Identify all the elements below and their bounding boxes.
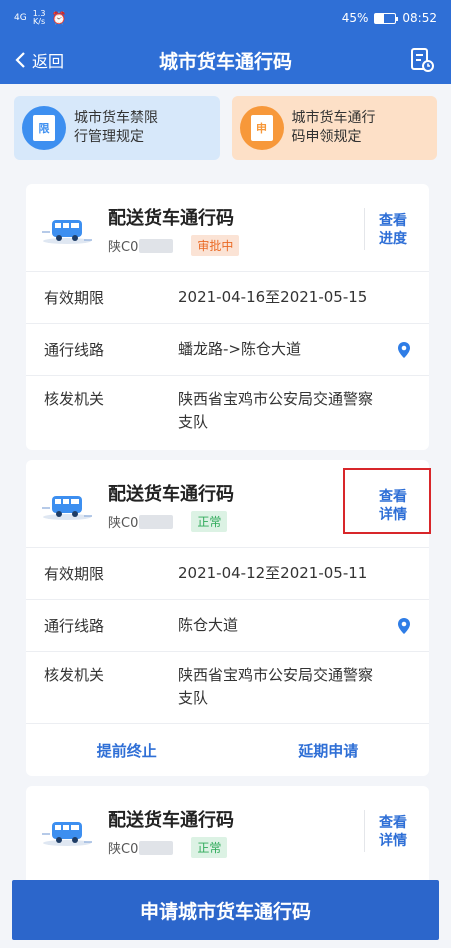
plate-redaction	[139, 840, 174, 855]
network-speed: 1.3 K/s	[32, 9, 46, 26]
notice-banners: 限 城市货车禁限 行管理规定 申 城市货车通行 码申领规定	[0, 96, 451, 160]
alarm-icon: ⏰	[51, 11, 67, 25]
back-button[interactable]: 返回	[0, 48, 64, 72]
view-progress-button[interactable]: 查看 进度	[368, 212, 418, 248]
issuer-label: 核发机关	[44, 390, 105, 408]
chevron-left-icon	[15, 52, 25, 68]
issuer-label: 核发机关	[44, 666, 105, 684]
validity-label: 有效期限	[44, 289, 105, 307]
route-label: 通行线路	[44, 341, 105, 359]
battery-icon	[374, 12, 399, 24]
highlight-box	[343, 468, 431, 534]
terminate-early-button[interactable]: 提前终止	[26, 740, 228, 761]
plate-redaction	[139, 238, 174, 253]
plate-number: 陕C0	[108, 240, 139, 255]
issuer-value: 陕西省宝鸡市公安局交通警察 支队	[178, 390, 374, 431]
status-bar: 4G 1.3 K/s ⏰ 45% 08:52	[0, 0, 451, 36]
extend-application-button[interactable]: 延期申请	[228, 740, 430, 761]
back-label: 返回	[32, 52, 65, 71]
status-badge: 正常	[191, 837, 228, 858]
page-title: 城市货车通行码	[158, 50, 292, 73]
status-badge: 审批中	[191, 235, 240, 256]
restriction-doc-icon: 限	[22, 106, 66, 150]
card-title: 配送货车通行码	[108, 208, 234, 229]
validity-value: 2021-04-12至2021-05-11	[178, 564, 368, 582]
application-rules-banner[interactable]: 申 城市货车通行 码申领规定	[231, 96, 437, 160]
validity-label: 有效期限	[44, 565, 105, 583]
truck-icon	[42, 496, 92, 520]
pass-card: 配送货车通行码 陕C0 正常 查看 详情	[26, 786, 429, 880]
route-label: 通行线路	[44, 617, 105, 635]
plate-number: 陕C0	[108, 516, 139, 531]
application-rules-text: 城市货车通行 码申领规定	[291, 110, 376, 145]
validity-value: 2021-04-16至2021-05-15	[178, 288, 368, 306]
apply-pass-button[interactable]: 申请城市货车通行码	[12, 880, 439, 940]
location-pin-icon[interactable]	[397, 617, 411, 635]
signal-indicator: 4G	[14, 12, 27, 23]
pass-card: 配送货车通行码 陕C0 审批中 查看 进度 有效期限 2021-04-16至202…	[26, 184, 429, 450]
issuer-value: 陕西省宝鸡市公安局交通警察 支队	[178, 666, 374, 707]
route-value: 陈仓大道	[178, 616, 239, 634]
clock: 08:52	[402, 11, 437, 25]
card-title: 配送货车通行码	[108, 810, 234, 831]
route-value: 蟠龙路->陈仓大道	[178, 340, 301, 358]
battery-percent: 45%	[341, 11, 369, 25]
divider	[364, 810, 365, 852]
application-doc-icon: 申	[239, 106, 284, 150]
card-title: 配送货车通行码	[108, 484, 234, 505]
restriction-rules-banner[interactable]: 限 城市货车禁限 行管理规定	[14, 96, 220, 160]
restriction-rules-text: 城市货车禁限 行管理规定	[74, 110, 158, 145]
status-badge: 正常	[191, 511, 228, 532]
view-details-button[interactable]: 查看 详情	[368, 814, 418, 850]
nav-bar: 返回 城市货车通行码	[0, 36, 451, 84]
location-pin-icon[interactable]	[397, 341, 411, 359]
record-clock-icon[interactable]	[409, 47, 435, 73]
truck-icon	[42, 822, 92, 846]
divider	[364, 208, 365, 250]
truck-icon	[42, 220, 92, 244]
plate-redaction	[139, 514, 174, 529]
plate-number: 陕C0	[108, 842, 139, 857]
